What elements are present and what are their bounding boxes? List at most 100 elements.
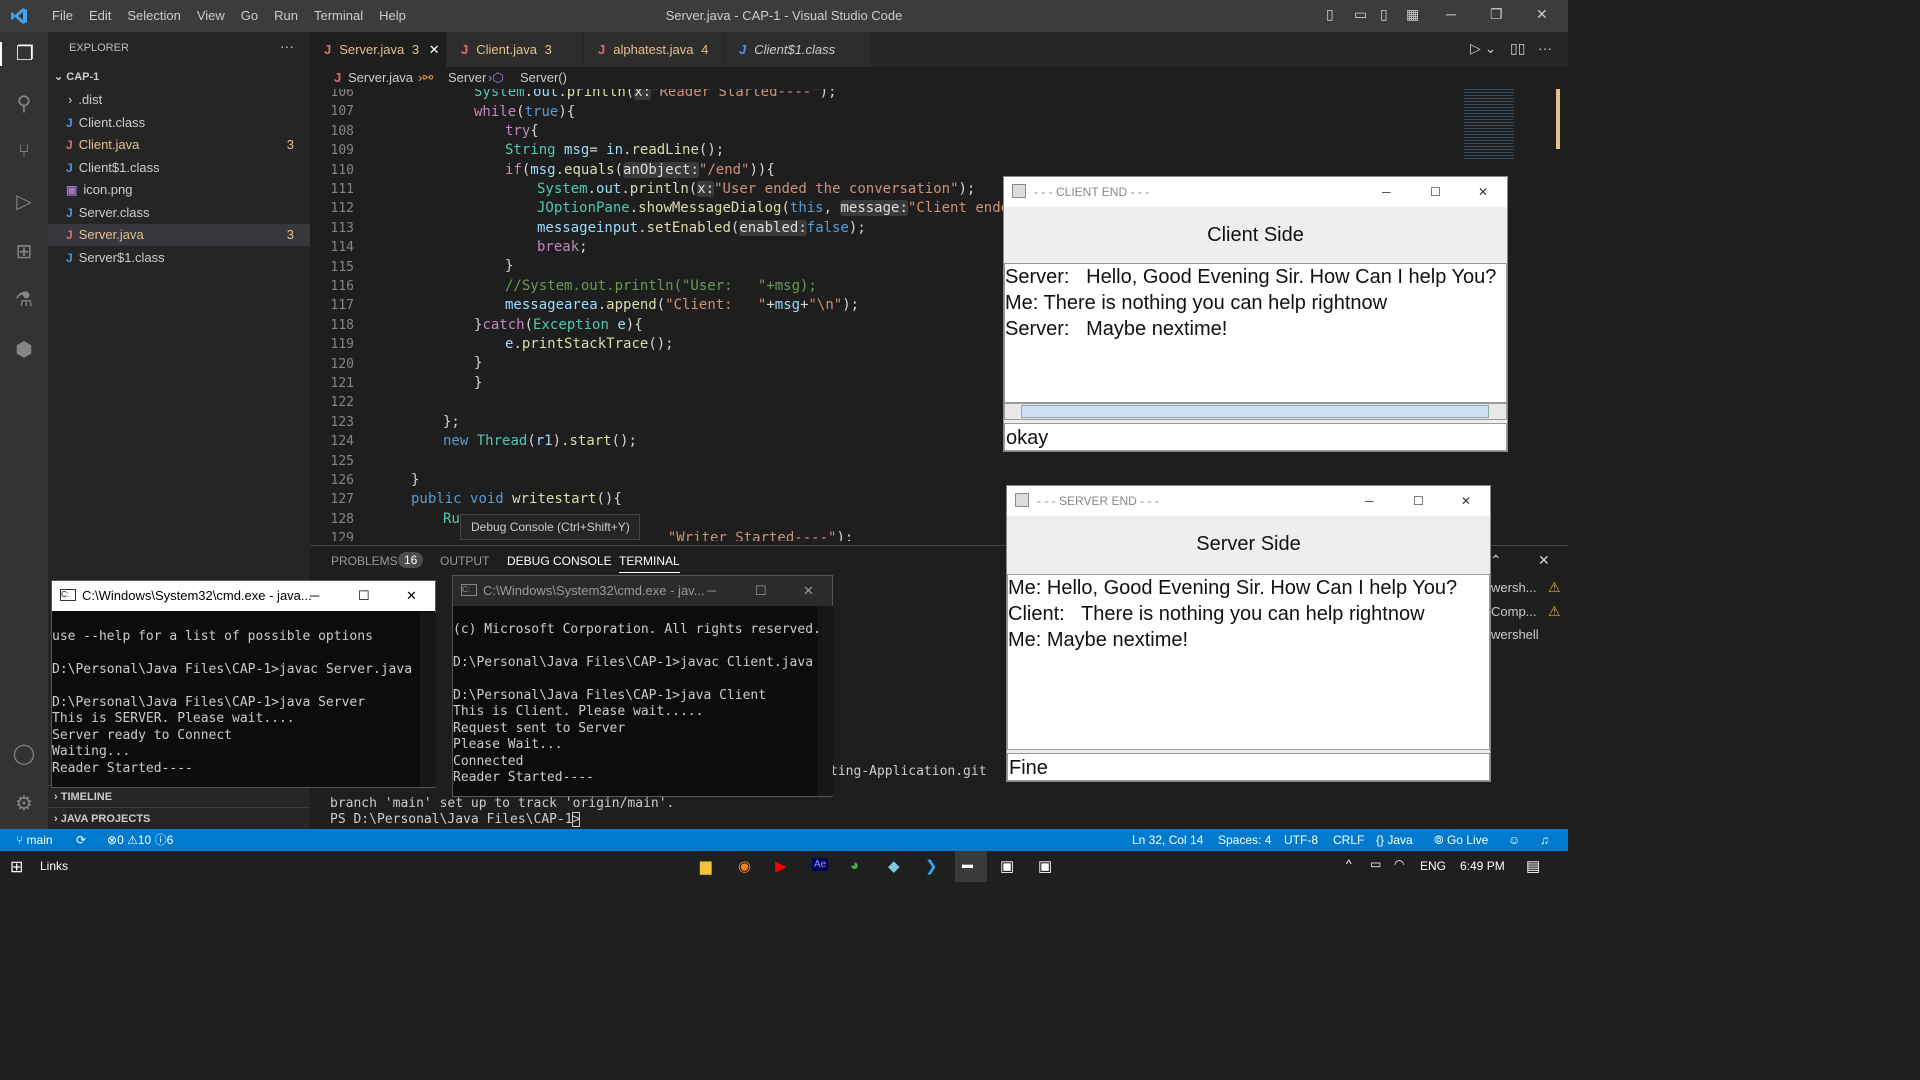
- cursor-position[interactable]: Ln 32, Col 14: [1132, 829, 1203, 851]
- tab-output[interactable]: OUTPUT: [440, 554, 489, 568]
- branch-indicator[interactable]: ⑂ main: [16, 829, 53, 851]
- tab-client1-class[interactable]: J Client$1.class: [725, 32, 871, 67]
- breadcrumb-file[interactable]: Server.java: [348, 67, 413, 89]
- chevron-up-icon[interactable]: ⌃: [1490, 552, 1502, 569]
- server-end-window[interactable]: - - - SERVER END - - - ─ ☐ ✕ Server Side…: [1006, 485, 1491, 782]
- client-end-window[interactable]: - - - CLIENT END - - - ─ ☐ ✕ Client Side…: [1003, 176, 1508, 452]
- toggle-panel-icon[interactable]: ▭: [1354, 6, 1367, 23]
- source-control-icon[interactable]: ⑂: [12, 140, 36, 164]
- customize-layout-icon[interactable]: ▦: [1406, 6, 1419, 23]
- end-of-line[interactable]: CRLF: [1333, 829, 1364, 851]
- tree-item-icon-png[interactable]: ▣ icon.png: [48, 179, 310, 201]
- tree-item-client-class[interactable]: J Client.class: [48, 112, 310, 134]
- menu-file[interactable]: File: [44, 8, 81, 23]
- toggle-sidebar-icon[interactable]: ▯: [1326, 6, 1334, 23]
- close-icon[interactable]: ✕: [803, 576, 814, 606]
- menu-run[interactable]: Run: [266, 8, 306, 23]
- run-icon[interactable]: ▷ ⌄: [1470, 40, 1496, 57]
- language-indicator[interactable]: ENG: [1420, 859, 1446, 873]
- close-icon[interactable]: ✕: [1461, 486, 1471, 516]
- message-area[interactable]: Me: Hello, Good Evening Sir. How Can I h…: [1007, 574, 1490, 750]
- file-explorer-icon[interactable]: ▆: [700, 857, 712, 875]
- cmd-window-server[interactable]: C: C:\Windows\System32\cmd.exe - java...…: [51, 580, 436, 788]
- close-icon[interactable]: ✕: [406, 581, 417, 611]
- chrome-icon[interactable]: ◕: [850, 857, 859, 874]
- terminal-list-item[interactable]: wershell: [1491, 627, 1539, 642]
- explorer-icon[interactable]: ❐: [0, 42, 48, 66]
- tree-item-client1-class[interactable]: J Client$1.class: [48, 157, 310, 179]
- windows-start-icon[interactable]: ⊞: [10, 857, 23, 877]
- maximize-icon[interactable]: ☐: [358, 581, 370, 611]
- menu-view[interactable]: View: [189, 8, 233, 23]
- tree-item-server-java[interactable]: J Server.java 3: [48, 224, 310, 246]
- java-taskbar-icon[interactable]: ▣: [1038, 857, 1052, 875]
- vscode-taskbar-icon[interactable]: ❯: [925, 857, 938, 875]
- run-debug-icon[interactable]: ▷: [12, 190, 36, 214]
- message-area[interactable]: Server: Hello, Good Evening Sir. How Can…: [1004, 263, 1507, 403]
- java-taskbar-icon[interactable]: ▣: [1000, 857, 1014, 875]
- tab-client-java[interactable]: J Client.java 3: [447, 32, 583, 67]
- breadcrumb-class[interactable]: Server: [448, 67, 486, 89]
- minimize-icon[interactable]: ─: [1446, 6, 1456, 22]
- clock[interactable]: 6:49 PM: [1460, 859, 1505, 873]
- action-center-icon[interactable]: ▤: [1526, 857, 1540, 875]
- horizontal-scrollbar[interactable]: [1004, 403, 1507, 420]
- more-actions-icon[interactable]: ···: [280, 38, 294, 54]
- search-icon[interactable]: ⚲: [12, 92, 36, 116]
- language-mode[interactable]: {} Java: [1376, 829, 1413, 851]
- minimize-icon[interactable]: ─: [310, 581, 319, 611]
- feedback-icon[interactable]: ☺: [1508, 829, 1520, 851]
- close-icon[interactable]: ✕: [1478, 177, 1488, 207]
- notifications-bell-icon[interactable]: ♫: [1540, 829, 1549, 851]
- tree-item-server1-class[interactable]: J Server$1.class: [48, 247, 310, 269]
- scrollbar-thumb[interactable]: [1021, 405, 1489, 418]
- python-icon[interactable]: ⬢: [12, 338, 36, 362]
- indentation[interactable]: Spaces: 4: [1218, 829, 1271, 851]
- settings-gear-icon[interactable]: ⚙: [12, 792, 36, 816]
- java-projects-section[interactable]: › JAVA PROJECTS: [48, 807, 310, 829]
- terminal-list-item[interactable]: wersh...: [1491, 580, 1537, 595]
- maximize-icon[interactable]: ☐: [1413, 486, 1424, 516]
- close-icon[interactable]: ✕: [1536, 6, 1548, 23]
- close-panel-icon[interactable]: ✕: [1538, 552, 1550, 569]
- terminal-prompt[interactable]: PS D:\Personal\Java Files\CAP-1>: [330, 812, 588, 827]
- sync-icon[interactable]: ⟳: [76, 829, 86, 851]
- terminal-list-item[interactable]: Comp...: [1491, 604, 1537, 619]
- menu-go[interactable]: Go: [233, 8, 266, 23]
- after-effects-icon[interactable]: Ae: [812, 858, 829, 871]
- tab-debug-console[interactable]: DEBUG CONSOLE: [507, 554, 612, 568]
- wifi-icon[interactable]: ◠: [1394, 857, 1404, 871]
- testing-icon[interactable]: ⚗: [12, 288, 36, 312]
- youtube-icon[interactable]: ▶: [775, 857, 787, 875]
- links-toolbar[interactable]: Links: [40, 859, 68, 873]
- close-tab-icon[interactable]: ✕: [429, 42, 440, 57]
- menu-help[interactable]: Help: [371, 8, 414, 23]
- breadcrumb-method[interactable]: Server(): [520, 67, 567, 89]
- minimize-icon[interactable]: ─: [1382, 177, 1391, 207]
- app-icon[interactable]: ◆: [888, 857, 900, 875]
- blender-icon[interactable]: ◉: [738, 857, 751, 875]
- restore-icon[interactable]: ❐: [1490, 6, 1503, 23]
- tree-item-client-java[interactable]: J Client.java 3: [48, 134, 310, 156]
- minimize-icon[interactable]: ─: [707, 576, 716, 606]
- menu-selection[interactable]: Selection: [119, 8, 188, 23]
- menu-edit[interactable]: Edit: [81, 8, 119, 23]
- more-actions-icon[interactable]: ···: [1538, 40, 1552, 56]
- tab-terminal[interactable]: TERMINAL: [619, 554, 680, 573]
- message-input[interactable]: Fine: [1007, 753, 1490, 781]
- tab-problems[interactable]: PROBLEMS: [331, 554, 398, 568]
- tab-alphatest-java[interactable]: Jalphatest.java 4: [584, 32, 724, 67]
- encoding[interactable]: UTF-8: [1284, 829, 1318, 851]
- chevron-up-icon[interactable]: ^: [1346, 857, 1352, 871]
- maximize-icon[interactable]: ☐: [1430, 177, 1441, 207]
- account-icon[interactable]: ◯: [12, 742, 36, 766]
- battery-icon[interactable]: ▭: [1370, 857, 1381, 871]
- split-editor-icon[interactable]: ▯▯: [1510, 40, 1525, 57]
- extensions-icon[interactable]: ⊞: [12, 240, 36, 264]
- maximize-icon[interactable]: ☐: [755, 576, 767, 606]
- tree-item-server-class[interactable]: J Server.class: [48, 202, 310, 224]
- toggle-secondary-sidebar-icon[interactable]: ▯: [1380, 6, 1388, 23]
- message-input[interactable]: okay: [1004, 423, 1507, 451]
- go-live-button[interactable]: ⦾ Go Live: [1434, 829, 1488, 851]
- cmd-window-client[interactable]: C: C:\Windows\System32\cmd.exe - jav... …: [452, 575, 833, 797]
